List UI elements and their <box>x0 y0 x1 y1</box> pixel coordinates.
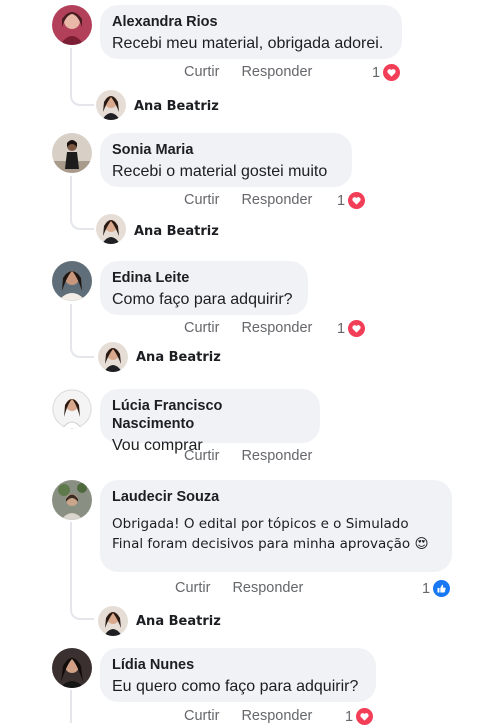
like-button[interactable]: Curtir <box>184 708 219 724</box>
reaction-count: 1 <box>345 708 354 725</box>
heart-icon <box>356 708 374 725</box>
comment-text: Como faço para adquirir? <box>112 291 293 308</box>
reaction-count: 1 <box>337 192 346 209</box>
reply-button[interactable]: Responder <box>241 64 312 80</box>
comment-actions: Curtir Responder <box>184 708 312 724</box>
reply-author[interactable]: Ana Beatriz <box>136 350 221 365</box>
reaction-count: 1 <box>337 320 346 337</box>
comment-text: Recebi o material gostei muito <box>112 163 328 180</box>
thread-line <box>70 304 72 346</box>
avatar[interactable] <box>52 648 92 688</box>
avatar[interactable] <box>52 5 92 45</box>
thread-elbow <box>70 214 94 230</box>
reaction-summary[interactable]: 1 <box>337 192 366 209</box>
comment-actions: Curtir Responder <box>184 448 312 464</box>
comment-author[interactable]: Sonia Maria <box>112 141 340 159</box>
like-button[interactable]: Curtir <box>184 192 219 208</box>
comment-actions: Curtir Responder <box>184 320 312 336</box>
heart-icon <box>348 192 366 209</box>
comment-bubble: Alexandra Rios Recebi meu material, obri… <box>100 5 402 59</box>
reply-button[interactable]: Responder <box>232 580 303 596</box>
like-button[interactable]: Curtir <box>184 64 219 80</box>
comment-text: Obrigada! O edital por tópicos e o Simul… <box>112 514 440 554</box>
avatar[interactable] <box>52 133 92 173</box>
reply-button[interactable]: Responder <box>241 320 312 336</box>
comment-text: Recebi meu material, obrigada adorei. <box>112 35 384 52</box>
avatar[interactable] <box>52 480 92 520</box>
comment-author[interactable]: Laudecir Souza <box>112 488 440 506</box>
avatar[interactable] <box>96 90 126 120</box>
comment-author[interactable]: Lídia Nunes <box>112 656 364 674</box>
reply-author[interactable]: Ana Beatriz <box>134 99 219 114</box>
thread-line <box>70 690 72 723</box>
comment-bubble: Edina Leite Como faço para adquirir? <box>100 261 308 315</box>
comment-actions: Curtir Responder <box>184 192 312 208</box>
reaction-count: 1 <box>422 580 431 597</box>
like-button[interactable]: Curtir <box>184 320 219 336</box>
thread-elbow <box>70 342 94 358</box>
reaction-summary[interactable]: 1 <box>372 64 401 81</box>
avatar[interactable] <box>98 342 128 372</box>
comment-text-body: Obrigada! O edital por tópicos e o Simul… <box>112 516 411 552</box>
heart-eyes-emoji: 😍 <box>414 536 429 552</box>
thread-line <box>70 176 72 218</box>
reply-button[interactable]: Responder <box>241 708 312 724</box>
reaction-count: 1 <box>372 64 381 81</box>
heart-icon <box>383 64 401 81</box>
thumbs-up-icon <box>433 580 451 597</box>
thread-elbow <box>70 604 94 620</box>
avatar[interactable] <box>52 389 92 429</box>
thread-line <box>70 522 72 606</box>
heart-icon <box>348 320 366 337</box>
like-button[interactable]: Curtir <box>184 448 219 464</box>
reply-author[interactable]: Ana Beatriz <box>136 614 221 629</box>
thread-line <box>70 48 72 92</box>
comment-author[interactable]: Lúcia Francisco Nascimento <box>112 397 308 433</box>
avatar[interactable] <box>96 214 126 244</box>
comment-author[interactable]: Alexandra Rios <box>112 13 390 31</box>
comment-bubble: Lúcia Francisco Nascimento Vou comprar <box>100 389 320 454</box>
thread-elbow <box>70 90 94 106</box>
comment-actions: Curtir Responder <box>175 580 303 596</box>
reaction-summary[interactable]: 1 <box>345 708 374 725</box>
comment-bubble: Sonia Maria Recebi o material gostei mui… <box>100 133 352 187</box>
comment-author[interactable]: Edina Leite <box>112 269 296 287</box>
avatar[interactable] <box>98 606 128 636</box>
avatar[interactable] <box>52 261 92 301</box>
comment-bubble: Lídia Nunes Eu quero como faço para adqu… <box>100 648 376 702</box>
reaction-summary[interactable]: 1 <box>337 320 366 337</box>
reply-button[interactable]: Responder <box>241 448 312 464</box>
comment-bubble: Laudecir Souza Obrigada! O edital por tó… <box>100 480 452 572</box>
comment-text: Eu quero como faço para adquirir? <box>112 678 359 695</box>
comment-actions: Curtir Responder <box>184 64 312 80</box>
reply-button[interactable]: Responder <box>241 192 312 208</box>
like-button[interactable]: Curtir <box>175 580 210 596</box>
reply-author[interactable]: Ana Beatriz <box>134 224 219 239</box>
reaction-summary[interactable]: 1 <box>422 580 451 597</box>
